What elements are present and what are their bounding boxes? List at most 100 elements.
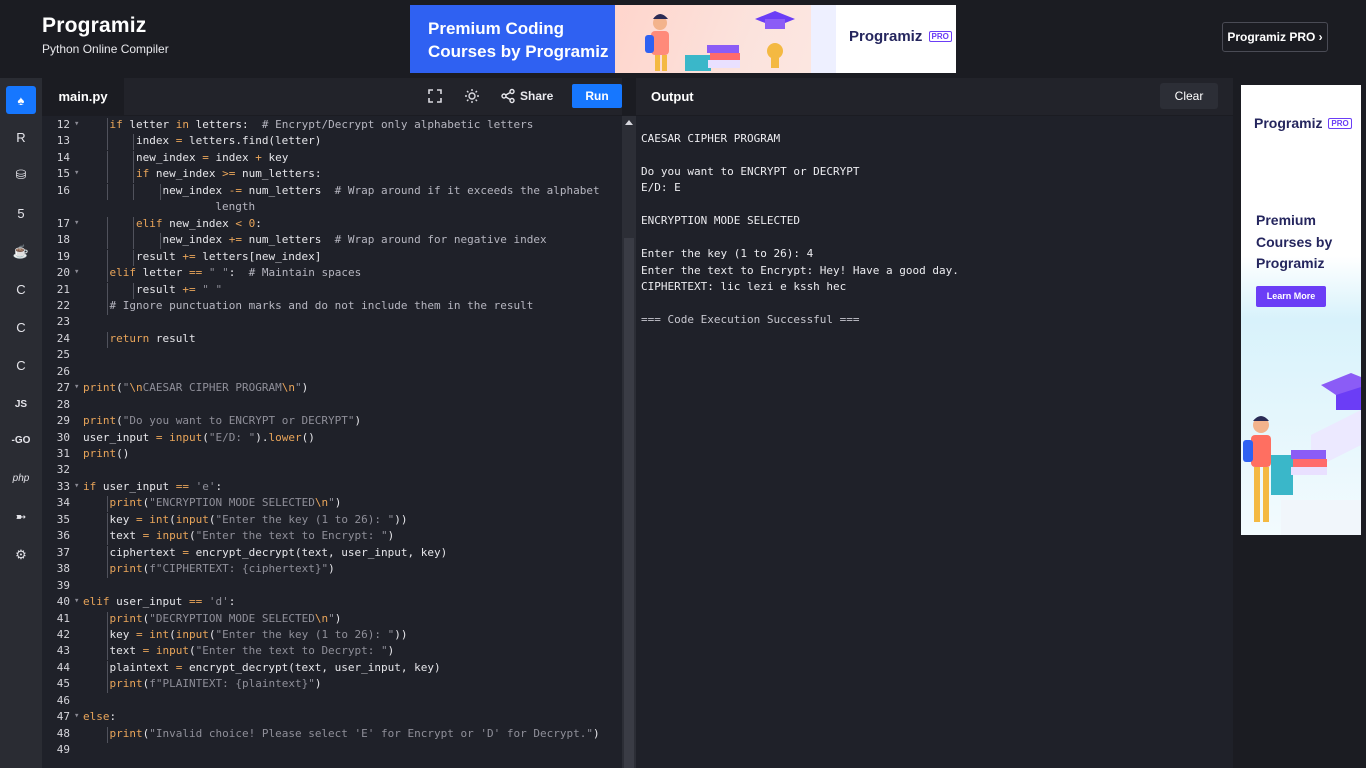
code-text: elif letter == " ": # Maintain spaces xyxy=(109,266,362,280)
file-tab-main-py[interactable]: main.py xyxy=(42,78,124,115)
student-books-illustration-icon xyxy=(645,5,836,73)
php-icon[interactable]: php xyxy=(6,464,36,492)
editor-toolbar: main.py Share Run xyxy=(42,78,622,116)
fold-toggle-icon[interactable]: ▾ xyxy=(74,218,79,228)
line-number: 26 xyxy=(56,364,70,378)
line-number: 32 xyxy=(56,463,70,477)
promo-banner[interactable]: Premium Coding Courses by Programiz Prog… xyxy=(410,5,956,73)
code-line: 12 ▾ if letter in letters: # Encrypt/Decr… xyxy=(42,118,622,134)
code-line: 43 text = input("Enter the text to Decry… xyxy=(42,644,622,661)
theme-toggle-icon[interactable] xyxy=(459,84,485,108)
line-number: 17 xyxy=(56,216,70,230)
code-text: if letter in letters: # Encrypt/Decrypt … xyxy=(109,118,534,131)
fold-toggle-icon[interactable]: ▾ xyxy=(74,481,79,491)
java-icon[interactable]: ☕ xyxy=(6,238,36,266)
code-line: 36 text = input("Enter the text to Encry… xyxy=(42,529,622,546)
scroll-up-arrow-icon[interactable] xyxy=(625,120,633,125)
code-text: if user_input == 'e': xyxy=(83,479,223,493)
fold-toggle-icon[interactable]: ▾ xyxy=(74,382,79,392)
ad-logo-text: Programiz xyxy=(1254,115,1323,131)
html5-icon[interactable]: 5 xyxy=(6,199,36,227)
line-number: 49 xyxy=(56,743,70,757)
go-icon-glyph: -GO xyxy=(11,434,31,446)
fold-toggle-icon[interactable]: ▾ xyxy=(74,267,79,277)
banner-pro-badge: PRO xyxy=(928,31,952,42)
output-line: E/D: E xyxy=(641,181,681,195)
rust-icon[interactable]: ⚙ xyxy=(6,541,36,569)
database-icon[interactable]: ⛁ xyxy=(6,161,36,189)
share-label: Share xyxy=(520,89,554,103)
fold-toggle-icon[interactable]: ▾ xyxy=(74,119,79,129)
programiz-pro-button[interactable]: Programiz PRO › xyxy=(1222,22,1328,52)
r-icon[interactable]: R xyxy=(6,123,36,151)
code-line: 34 print("ENCRYPTION MODE SELECTED\n") xyxy=(42,496,622,513)
code-line: 21 result += " " xyxy=(42,282,622,299)
code-text: return result xyxy=(109,331,196,345)
output-line: CIPHERTEXT: lic lezi e kssh hec xyxy=(641,280,847,294)
output-line: Do you want to ENCRYPT or DECRYPT xyxy=(641,164,860,178)
banner-brand-panel: Programiz PRO xyxy=(836,5,956,73)
banner-headline-panel: Premium Coding Courses by Programiz xyxy=(410,5,615,73)
side-ad[interactable]: Programiz PRO Premium Courses by Program… xyxy=(1241,85,1361,535)
top-header: Programiz Python Online Compiler Premium… xyxy=(0,0,1366,78)
fold-toggle-icon[interactable]: ▾ xyxy=(74,168,79,178)
language-sidebar: ♠ R ⛁ 5 ☕ C C C JS -GO php ➼ ⚙ xyxy=(0,78,42,768)
code-text: index = letters.find(letter) xyxy=(83,134,322,148)
c-icon-glyph: C xyxy=(16,281,26,297)
line-number: 38 xyxy=(56,562,70,576)
learn-more-button[interactable]: Learn More xyxy=(1256,286,1326,307)
code-line: 47 ▾ else: xyxy=(42,710,622,726)
code-line: 17 ▾ elif new_index < 0: xyxy=(42,216,622,233)
code-line: 16 new_index -= num_letters # Wrap aroun… xyxy=(42,183,622,200)
editor-scrollbar-thumb[interactable] xyxy=(624,238,634,768)
code-text: if new_index >= num_letters: xyxy=(135,167,322,181)
line-number: 19 xyxy=(56,249,70,263)
run-button[interactable]: Run xyxy=(572,84,622,108)
line-number: 23 xyxy=(56,315,70,329)
line-number: 12 xyxy=(56,118,70,131)
cpp-icon[interactable]: C xyxy=(6,313,36,341)
output-line: Enter the text to Encrypt: Hey! Have a g… xyxy=(641,263,959,277)
compiler-subtitle: Python Online Compiler xyxy=(42,42,169,56)
line-number: 43 xyxy=(56,644,70,658)
line-number: 48 xyxy=(56,726,70,740)
banner-logo-text: Programiz xyxy=(849,28,923,45)
code-line: 42 key = int(input("Enter the key (1 to … xyxy=(42,627,622,644)
code-line: 13 index = letters.find(letter) xyxy=(42,134,622,151)
javascript-icon[interactable]: JS xyxy=(6,390,36,418)
output-toolbar: Output Clear xyxy=(636,78,1233,115)
swift-icon[interactable]: ➼ xyxy=(6,503,36,531)
code-line: 33 ▾ if user_input == 'e': xyxy=(42,480,622,496)
fold-toggle-icon[interactable]: ▾ xyxy=(74,596,79,606)
clear-button[interactable]: Clear xyxy=(1160,83,1218,109)
pane-splitter[interactable] xyxy=(622,116,636,768)
line-number: 34 xyxy=(56,496,70,510)
line-number: 36 xyxy=(56,529,70,543)
python-icon[interactable]: ♠ xyxy=(6,86,36,114)
line-number: 28 xyxy=(56,397,70,411)
line-number: 29 xyxy=(56,414,70,428)
javascript-icon-glyph: JS xyxy=(14,398,28,410)
line-number: 40 xyxy=(56,595,70,609)
html-icon-glyph: 5 xyxy=(17,205,25,221)
line-number: 45 xyxy=(56,677,70,691)
code-text: print("\nCAESAR CIPHER PROGRAM\n") xyxy=(83,381,309,395)
csharp-icon[interactable]: C xyxy=(6,351,36,379)
programiz-logo[interactable]: Programiz xyxy=(42,14,169,38)
php-icon-glyph: php xyxy=(12,472,30,484)
code-line: 25 xyxy=(42,348,622,364)
line-number: 25 xyxy=(56,348,70,362)
fold-toggle-icon[interactable]: ▾ xyxy=(74,711,79,721)
code-text: print(f"PLAINTEXT: {plaintext}") xyxy=(109,677,322,691)
line-number: 39 xyxy=(56,578,70,592)
go-icon[interactable]: -GO xyxy=(6,426,36,454)
c-icon[interactable]: C xyxy=(6,275,36,303)
brand[interactable]: Programiz Python Online Compiler xyxy=(42,14,169,56)
line-number: 21 xyxy=(56,282,70,296)
fullscreen-icon[interactable] xyxy=(422,84,448,108)
line-number: 13 xyxy=(56,134,70,148)
code-editor[interactable]: 12 ▾ if letter in letters: # Encrypt/Decr… xyxy=(42,116,622,768)
ad-headline: Premium Courses by Programiz xyxy=(1256,212,1333,271)
share-button[interactable]: Share xyxy=(500,84,558,108)
output-console: CAESAR CIPHER PROGRAM Do you want to ENCR… xyxy=(636,116,1233,768)
